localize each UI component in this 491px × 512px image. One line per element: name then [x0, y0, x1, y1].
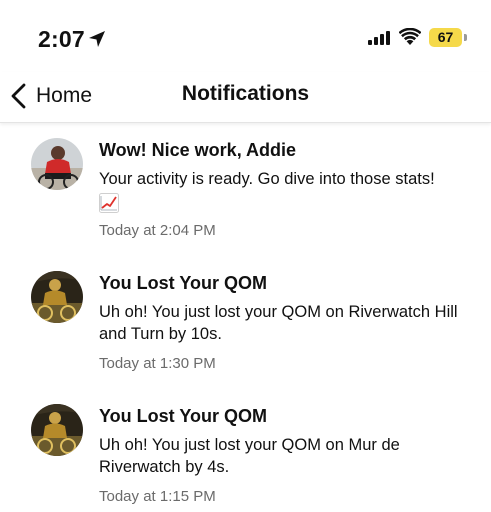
- notification-item[interactable]: You Lost Your QOM Uh oh! You just lost y…: [0, 256, 491, 389]
- status-time: 2:07: [38, 26, 85, 52]
- chevron-left-icon: [11, 83, 26, 109]
- notification-time: Today at 2:04 PM: [99, 222, 216, 239]
- status-bar: 2:07 67: [0, 0, 491, 72]
- notification-time: Today at 1:30 PM: [99, 355, 216, 372]
- cellular-signal-icon: [368, 31, 390, 45]
- wifi-icon: [399, 28, 421, 45]
- notification-body: Uh oh! You just lost your QOM on Riverwa…: [99, 303, 458, 343]
- notification-body-text: Your activity is ready. Go dive into tho…: [99, 170, 435, 188]
- location-arrow-icon: [89, 31, 105, 47]
- avatar: [31, 138, 83, 190]
- avatar-photo: [31, 138, 83, 190]
- notification-body: Uh oh! You just lost your QOM on Mur de …: [99, 436, 400, 476]
- notification-time: Today at 1:15 PM: [99, 488, 216, 505]
- navigation-bar: Home Notifications: [0, 72, 491, 123]
- notification-title: You Lost Your QOM: [99, 273, 267, 293]
- avatar: [31, 404, 83, 456]
- notification-item[interactable]: Wow! Nice work, Addie Your activity is r…: [0, 123, 491, 255]
- avatar-photo: [31, 271, 83, 323]
- chart-increasing-icon: [99, 193, 119, 213]
- notification-body: Your activity is ready. Go dive into tho…: [99, 168, 469, 213]
- battery-icon: 67: [429, 28, 462, 47]
- avatar-photo: [31, 404, 83, 456]
- back-label: Home: [36, 84, 93, 107]
- back-button[interactable]: Home: [10, 80, 92, 112]
- avatar: [31, 271, 83, 323]
- notification-item[interactable]: You Lost Your QOM Uh oh! You just lost y…: [0, 389, 491, 512]
- notification-title: Wow! Nice work, Addie: [99, 140, 297, 160]
- battery-cap: [464, 34, 467, 41]
- notification-title: You Lost Your QOM: [99, 406, 267, 426]
